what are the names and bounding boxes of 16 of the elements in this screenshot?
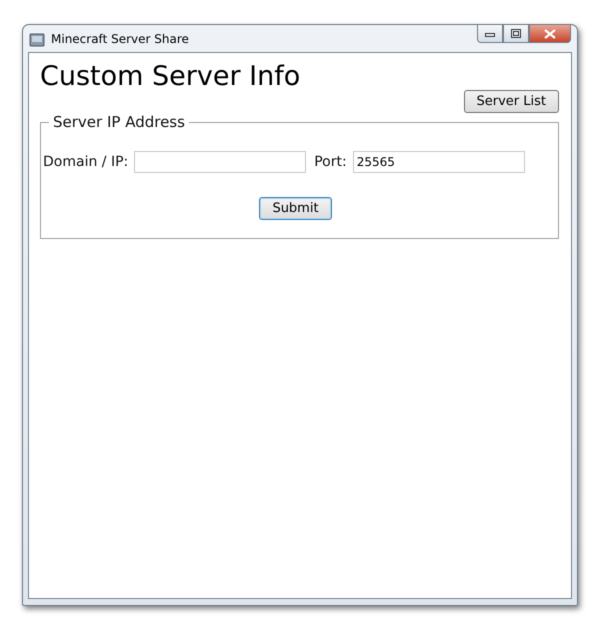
close-icon <box>544 28 556 38</box>
server-list-button[interactable]: Server List <box>464 90 559 113</box>
field-label: Domain / IP: <box>43 154 128 170</box>
input-field[interactable] <box>134 151 306 173</box>
group-title: Server IP Address <box>52 113 186 131</box>
input-field[interactable]: 25565 <box>352 151 525 173</box>
field-label: Port: <box>314 154 347 170</box>
minimize-button[interactable] <box>477 25 503 43</box>
close-button[interactable] <box>529 25 571 43</box>
app-icon <box>29 30 45 46</box>
window-title: Minecraft Server Share <box>51 32 190 46</box>
page-heading: Custom Server Info <box>40 61 300 92</box>
maximize-icon <box>511 29 521 38</box>
minimize-icon <box>485 30 495 36</box>
maximize-button[interactable] <box>503 25 529 43</box>
submit-button[interactable]: Submit <box>259 197 332 220</box>
